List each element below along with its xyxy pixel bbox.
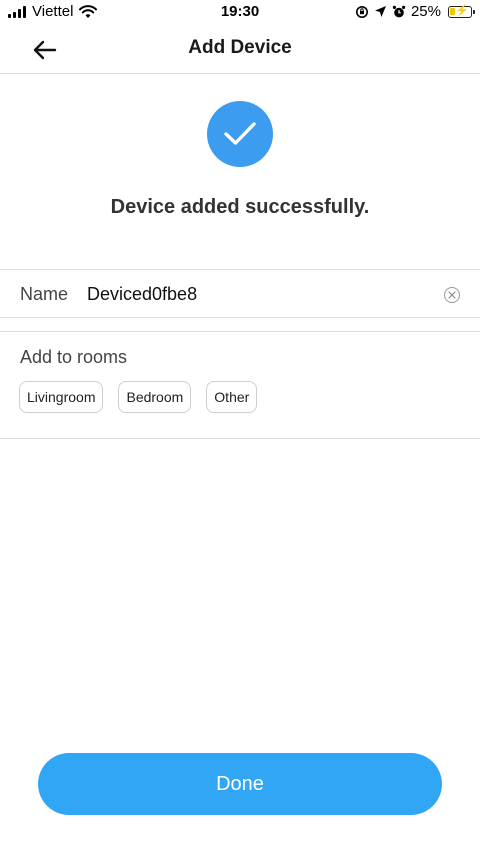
rooms-label: Add to rooms (20, 347, 128, 367)
room-chips: Livingroom Bedroom Other (19, 381, 258, 413)
nav-header: Add Device (0, 26, 480, 74)
room-chip-other[interactable]: Other (206, 381, 258, 413)
location-icon (374, 6, 386, 17)
battery-percent: 25% (410, 3, 441, 20)
done-button[interactable]: Done (38, 753, 442, 815)
clear-button[interactable] (444, 287, 460, 303)
room-chip-livingroom[interactable]: Livingroom (19, 381, 104, 413)
device-name-input[interactable] (87, 281, 417, 307)
battery-charging-icon: ⚡ (448, 5, 475, 18)
success-badge (207, 101, 273, 167)
screen-lock-icon (355, 5, 368, 18)
room-chip-bedroom[interactable]: Bedroom (118, 381, 192, 413)
name-row: Name (0, 269, 480, 318)
alarm-icon (392, 5, 406, 17)
page-title: Add Device (188, 37, 292, 58)
checkmark-icon (224, 122, 256, 145)
clear-icon (448, 291, 456, 299)
status-right: 25% ⚡ (355, 3, 475, 20)
rooms-section: Add to rooms Livingroom Bedroom Other (0, 331, 480, 439)
name-label: Name (20, 284, 69, 304)
success-message: Device added successfully. (110, 196, 370, 218)
status-bar: Viettel 19:30 25% ⚡ (0, 0, 480, 26)
